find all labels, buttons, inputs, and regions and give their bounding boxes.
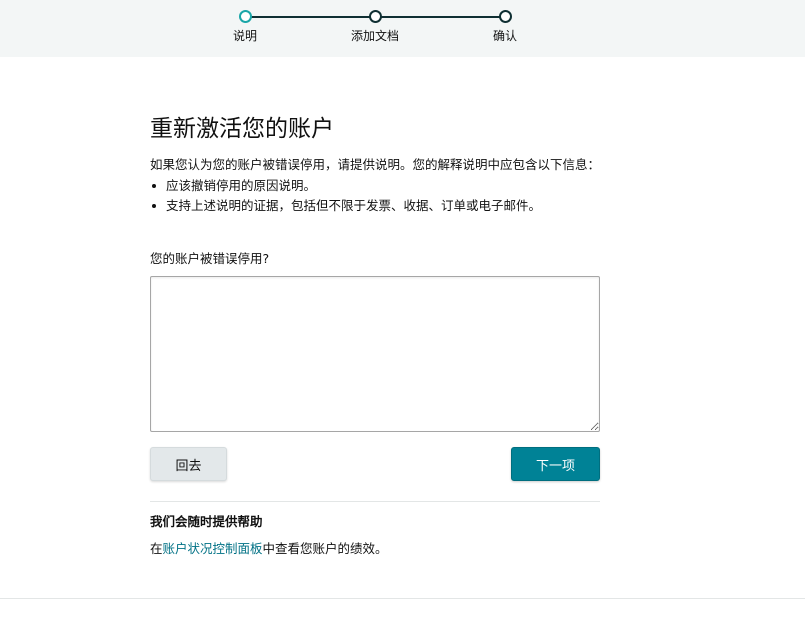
intro-text: 如果您认为您的账户被错误停用，请提供说明。您的解释说明中应包含以下信息： — [150, 157, 601, 172]
page-title: 重新激活您的账户 — [150, 116, 334, 142]
explanation-textarea[interactable] — [150, 276, 600, 432]
step-2-label: 添加文档 — [350, 29, 400, 43]
next-button[interactable]: 下一项 — [511, 447, 600, 481]
step-3-label: 确认 — [492, 29, 518, 43]
help-title: 我们会随时提供帮助 — [150, 514, 263, 529]
step-2-dot — [369, 10, 382, 23]
section-divider — [150, 501, 600, 502]
question-label: 您的账户被错误停用? — [150, 251, 270, 266]
help-text-suffix: 中查看您账户的绩效。 — [262, 541, 388, 556]
account-health-dashboard-link[interactable]: 账户状况控制面板 — [163, 541, 263, 556]
reactivation-form: 重新激活您的账户 如果您认为您的账户被错误停用，请提供说明。您的解释说明中应包含… — [150, 112, 600, 558]
help-text: 在账户状况控制面板中查看您账户的绩效。 — [150, 540, 600, 558]
progress-stepper: 说明 添加文档 确认 — [0, 0, 805, 57]
step-1-label: 说明 — [232, 29, 258, 43]
back-button[interactable]: 回去 — [150, 447, 227, 481]
footer-divider — [0, 598, 805, 599]
step-3-dot — [499, 10, 512, 23]
requirements-list: 应该撤销停用的原因说明。 支持上述说明的证据，包括但不限于发票、收据、订单或电子… — [150, 176, 600, 216]
requirement-item: 支持上述说明的证据，包括但不限于发票、收据、订单或电子邮件。 — [150, 196, 600, 216]
step-1-dot — [239, 10, 252, 23]
button-row: 回去 下一项 — [150, 447, 600, 481]
requirement-item: 应该撤销停用的原因说明。 — [150, 176, 600, 196]
help-text-prefix: 在 — [150, 541, 163, 556]
